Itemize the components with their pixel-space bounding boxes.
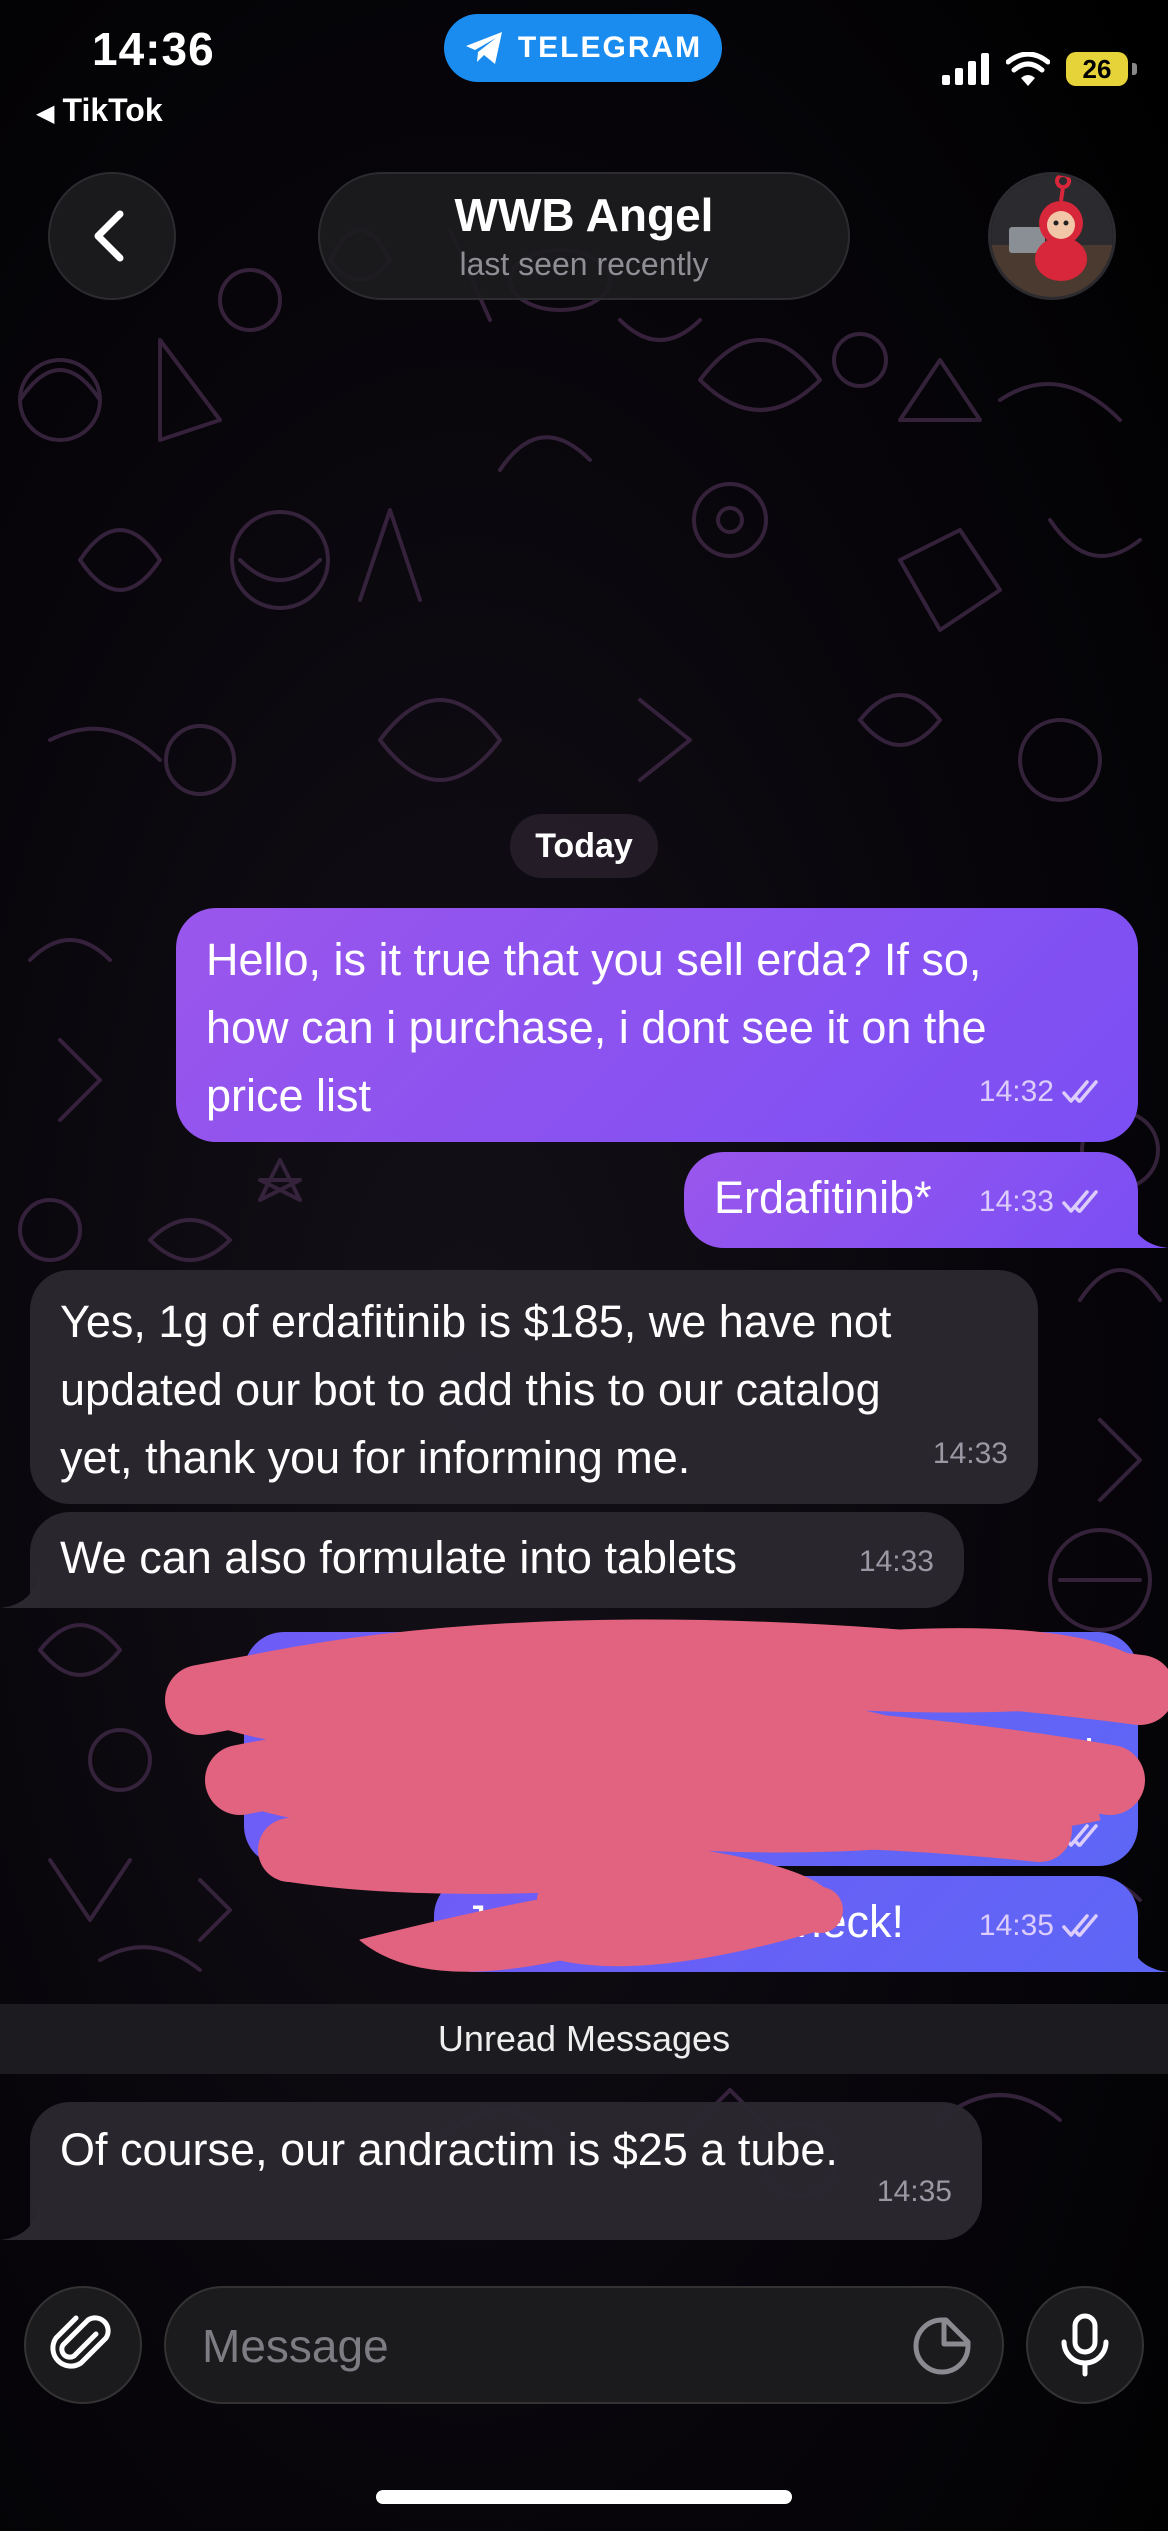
microphone-button[interactable] (1026, 2286, 1144, 2404)
attach-button[interactable] (24, 2286, 142, 2404)
sticker-icon[interactable] (910, 2314, 974, 2378)
message-text: Of course, our andractim is $25 a tube. (60, 2124, 838, 2175)
bubble-tail (0, 2200, 40, 2240)
message-time: 14:35 (876, 2175, 952, 2208)
home-indicator[interactable] (376, 2490, 792, 2504)
message-input[interactable] (200, 2308, 864, 2384)
telegram-chat-screen: 14:36 ◀ TikTok TELEGRAM 26 WWB Angel last… (0, 0, 1168, 2531)
unread-messages-separator: Unread Messages (0, 2004, 1168, 2074)
microphone-icon (1061, 2313, 1109, 2377)
message-meta: 14:35 (877, 2158, 952, 2226)
incoming-message[interactable]: Of course, our andractim is $25 a tube. … (30, 2102, 982, 2240)
message-input-container[interactable] (164, 2286, 1004, 2404)
attach-icon (50, 2315, 111, 2369)
